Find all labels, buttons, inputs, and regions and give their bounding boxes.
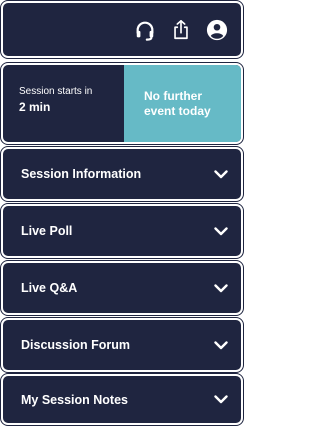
accordion-label: Discussion Forum bbox=[21, 338, 131, 352]
session-status-card: Session starts in 2 min No further event… bbox=[1, 63, 243, 144]
accordion-my-session-notes[interactable]: My Session Notes bbox=[1, 374, 243, 425]
share-icon[interactable] bbox=[169, 18, 193, 42]
session-countdown: Session starts in 2 min bbox=[3, 65, 124, 142]
accordion-live-qa[interactable]: Live Q&A bbox=[1, 261, 243, 315]
chevron-down-icon bbox=[213, 223, 229, 239]
top-bar bbox=[1, 1, 243, 58]
next-event-panel: No further event today bbox=[124, 65, 241, 142]
session-starts-value: 2 min bbox=[19, 100, 51, 114]
accordion-session-information[interactable]: Session Information bbox=[1, 147, 243, 201]
account-icon[interactable] bbox=[205, 18, 229, 42]
chevron-down-icon bbox=[213, 337, 229, 353]
accordion-label: Session Information bbox=[21, 167, 142, 181]
accordion-discussion-forum[interactable]: Discussion Forum bbox=[1, 318, 243, 372]
chevron-down-icon bbox=[213, 166, 229, 182]
next-event-line-2: event today bbox=[144, 103, 211, 118]
accordion-label: Live Poll bbox=[21, 224, 73, 238]
headset-icon[interactable] bbox=[133, 18, 157, 42]
chevron-down-icon bbox=[213, 392, 229, 408]
session-starts-label: Session starts in bbox=[19, 86, 93, 97]
accordion-label: My Session Notes bbox=[21, 392, 128, 407]
accordion-live-poll[interactable]: Live Poll bbox=[1, 204, 243, 258]
app-frame: Session starts in 2 min No further event… bbox=[0, 0, 246, 426]
accordion-label: Live Q&A bbox=[21, 281, 78, 295]
chevron-down-icon bbox=[213, 280, 229, 296]
next-event-line-1: No further bbox=[144, 88, 202, 103]
